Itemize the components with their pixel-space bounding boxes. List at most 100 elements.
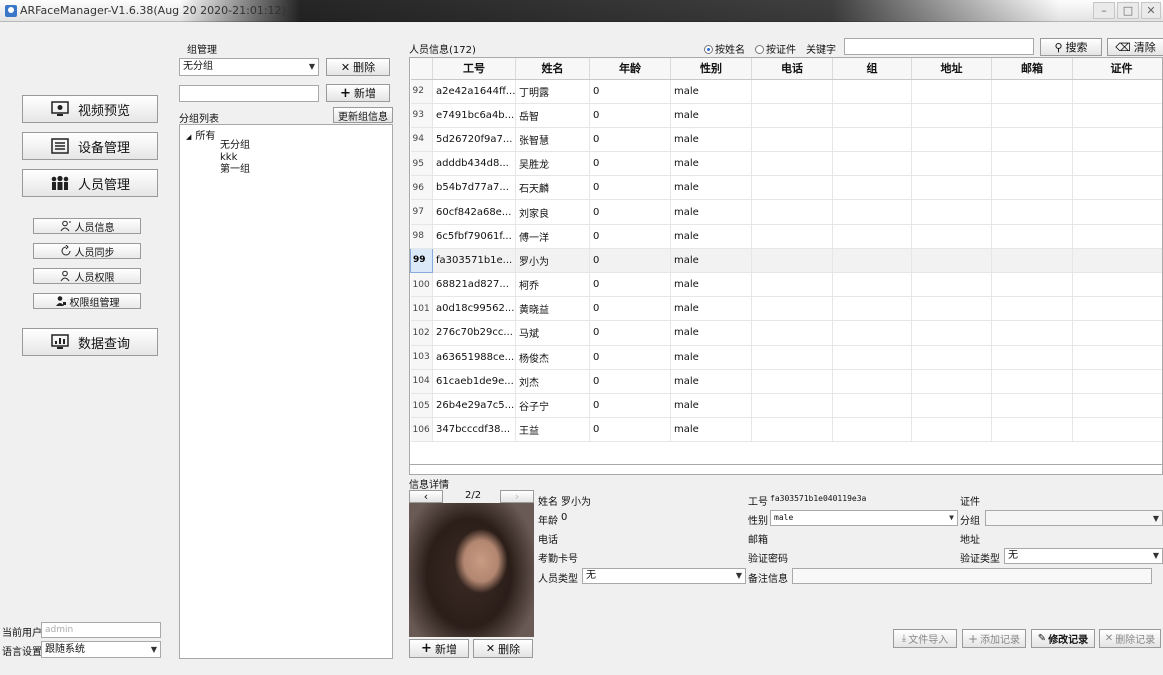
cell-group[interactable] xyxy=(832,175,912,201)
cell-empno[interactable]: 61caeb1de9e... xyxy=(432,369,516,394)
cell-empno[interactable]: 68821ad827... xyxy=(432,272,516,298)
cell-email[interactable] xyxy=(991,175,1073,201)
cell-email[interactable] xyxy=(991,103,1073,128)
cell-cert[interactable] xyxy=(1072,345,1162,370)
cell-empno[interactable]: 276c70b29cc... xyxy=(432,320,516,346)
cell-age[interactable]: 0 xyxy=(589,345,671,370)
table-row[interactable]: 99 fa303571b1e... 罗小为 0 male xyxy=(410,247,1162,274)
cell-age[interactable]: 0 xyxy=(589,393,671,419)
cell-sex[interactable]: male xyxy=(670,417,752,443)
table-row[interactable]: 103 a63651988ce... 杨俊杰 0 male xyxy=(410,345,1162,370)
table-row[interactable]: 105 26b4e29a7c5... 谷子宁 0 male xyxy=(410,393,1162,419)
cell-age[interactable]: 0 xyxy=(589,369,671,394)
row-number[interactable]: 102 xyxy=(410,320,433,346)
photo-delete-button[interactable]: ✕ 删除 xyxy=(473,639,533,658)
group-detail-select[interactable]: ▼ xyxy=(985,510,1163,526)
cell-cert[interactable] xyxy=(1072,296,1162,322)
tree-item[interactable]: 无分组 xyxy=(220,140,250,152)
nav-data-query-button[interactable]: 数据查询 xyxy=(22,328,158,356)
cell-sex[interactable]: male xyxy=(670,320,752,346)
cell-address[interactable] xyxy=(911,199,992,225)
column-header[interactable]: 组 xyxy=(832,58,912,80)
cell-age[interactable]: 0 xyxy=(589,127,671,153)
cell-cert[interactable] xyxy=(1072,175,1162,201)
cell-age[interactable]: 0 xyxy=(589,199,671,225)
cell-address[interactable] xyxy=(911,345,992,370)
nav-video-preview-button[interactable]: 视频预览 xyxy=(22,95,158,123)
table-row[interactable]: 97 60cf842a68e... 刘家良 0 male xyxy=(410,199,1162,225)
maximize-button[interactable]: □ xyxy=(1117,2,1139,19)
sub-permission-group-button[interactable]: 权限组管理 xyxy=(33,293,141,309)
cell-address[interactable] xyxy=(911,393,992,419)
table-row[interactable]: 104 61caeb1de9e... 刘杰 0 male xyxy=(410,369,1162,394)
cell-email[interactable] xyxy=(991,248,1073,274)
cell-age[interactable]: 0 xyxy=(589,248,671,274)
cell-sex[interactable]: male xyxy=(670,127,752,153)
tree-root[interactable]: ◢ 所有 xyxy=(186,127,215,142)
sub-person-info-button[interactable]: 人员信息 xyxy=(33,218,141,234)
row-number[interactable]: 95 xyxy=(410,151,433,177)
cell-phone[interactable] xyxy=(751,127,833,153)
column-header[interactable]: 性别 xyxy=(670,58,752,80)
cell-address[interactable] xyxy=(911,296,992,322)
tree-item[interactable]: kkk xyxy=(220,152,250,164)
cell-email[interactable] xyxy=(991,272,1073,298)
row-number[interactable]: 105 xyxy=(410,393,433,419)
cell-phone[interactable] xyxy=(751,345,833,370)
cell-group[interactable] xyxy=(832,79,912,104)
sub-person-permission-button[interactable]: 人员权限 xyxy=(33,268,141,284)
cell-sex[interactable]: male xyxy=(670,103,752,128)
cell-email[interactable] xyxy=(991,79,1073,104)
cell-cert[interactable] xyxy=(1072,417,1162,443)
cell-empno[interactable]: 6c5fbf79061f... xyxy=(432,224,516,249)
cell-name[interactable]: 柯乔 xyxy=(515,272,590,298)
cell-sex[interactable]: male xyxy=(670,345,752,370)
cell-sex[interactable]: male xyxy=(670,296,752,322)
cell-phone[interactable] xyxy=(751,103,833,128)
cell-empno[interactable]: a63651988ce... xyxy=(432,345,516,370)
cell-cert[interactable] xyxy=(1072,369,1162,394)
cell-group[interactable] xyxy=(832,393,912,419)
cell-name[interactable]: 岳智 xyxy=(515,103,590,128)
cell-group[interactable] xyxy=(832,127,912,153)
cell-sex[interactable]: male xyxy=(670,393,752,419)
close-button[interactable]: ✕ xyxy=(1141,2,1161,19)
cell-empno[interactable]: 5d26720f9a7... xyxy=(432,127,516,153)
cell-address[interactable] xyxy=(911,79,992,104)
photo-add-button[interactable]: + 新增 xyxy=(409,639,469,658)
clear-button[interactable]: ⌫ 清除 xyxy=(1107,38,1163,56)
cell-cert[interactable] xyxy=(1072,224,1162,249)
cell-phone[interactable] xyxy=(751,79,833,104)
cell-address[interactable] xyxy=(911,224,992,249)
cell-name[interactable]: 刘杰 xyxy=(515,369,590,394)
cell-phone[interactable] xyxy=(751,248,833,274)
row-number[interactable]: 93 xyxy=(410,103,433,128)
cell-name[interactable]: 张智慧 xyxy=(515,127,590,153)
group-select[interactable]: 无分组 ▼ xyxy=(179,58,319,76)
cell-name[interactable]: 谷子宁 xyxy=(515,393,590,419)
prev-page-button[interactable]: ‹ xyxy=(409,490,443,503)
table-row[interactable]: 96 b54b7d77a7... 石天麟 0 male xyxy=(410,175,1162,201)
cell-group[interactable] xyxy=(832,296,912,322)
cell-group[interactable] xyxy=(832,151,912,177)
cell-age[interactable]: 0 xyxy=(589,79,671,104)
cell-cert[interactable] xyxy=(1072,320,1162,346)
cell-name[interactable]: 黄晓益 xyxy=(515,296,590,322)
cell-email[interactable] xyxy=(991,320,1073,346)
column-header[interactable]: 邮箱 xyxy=(991,58,1073,80)
column-header[interactable]: 年龄 xyxy=(589,58,671,80)
table-row[interactable]: 94 5d26720f9a7... 张智慧 0 male xyxy=(410,127,1162,153)
cell-phone[interactable] xyxy=(751,296,833,322)
cell-age[interactable]: 0 xyxy=(589,103,671,128)
cell-cert[interactable] xyxy=(1072,248,1162,274)
cell-group[interactable] xyxy=(832,248,912,274)
cell-age[interactable]: 0 xyxy=(589,151,671,177)
cell-age[interactable]: 0 xyxy=(589,175,671,201)
cell-email[interactable] xyxy=(991,224,1073,249)
table-row[interactable]: 100 68821ad827... 柯乔 0 male xyxy=(410,272,1162,298)
cell-age[interactable]: 0 xyxy=(589,272,671,298)
cell-sex[interactable]: male xyxy=(670,369,752,394)
add-record-button[interactable]: + 添加记录 xyxy=(962,629,1026,648)
cell-address[interactable] xyxy=(911,369,992,394)
sex-select[interactable]: male ▼ xyxy=(770,510,958,526)
